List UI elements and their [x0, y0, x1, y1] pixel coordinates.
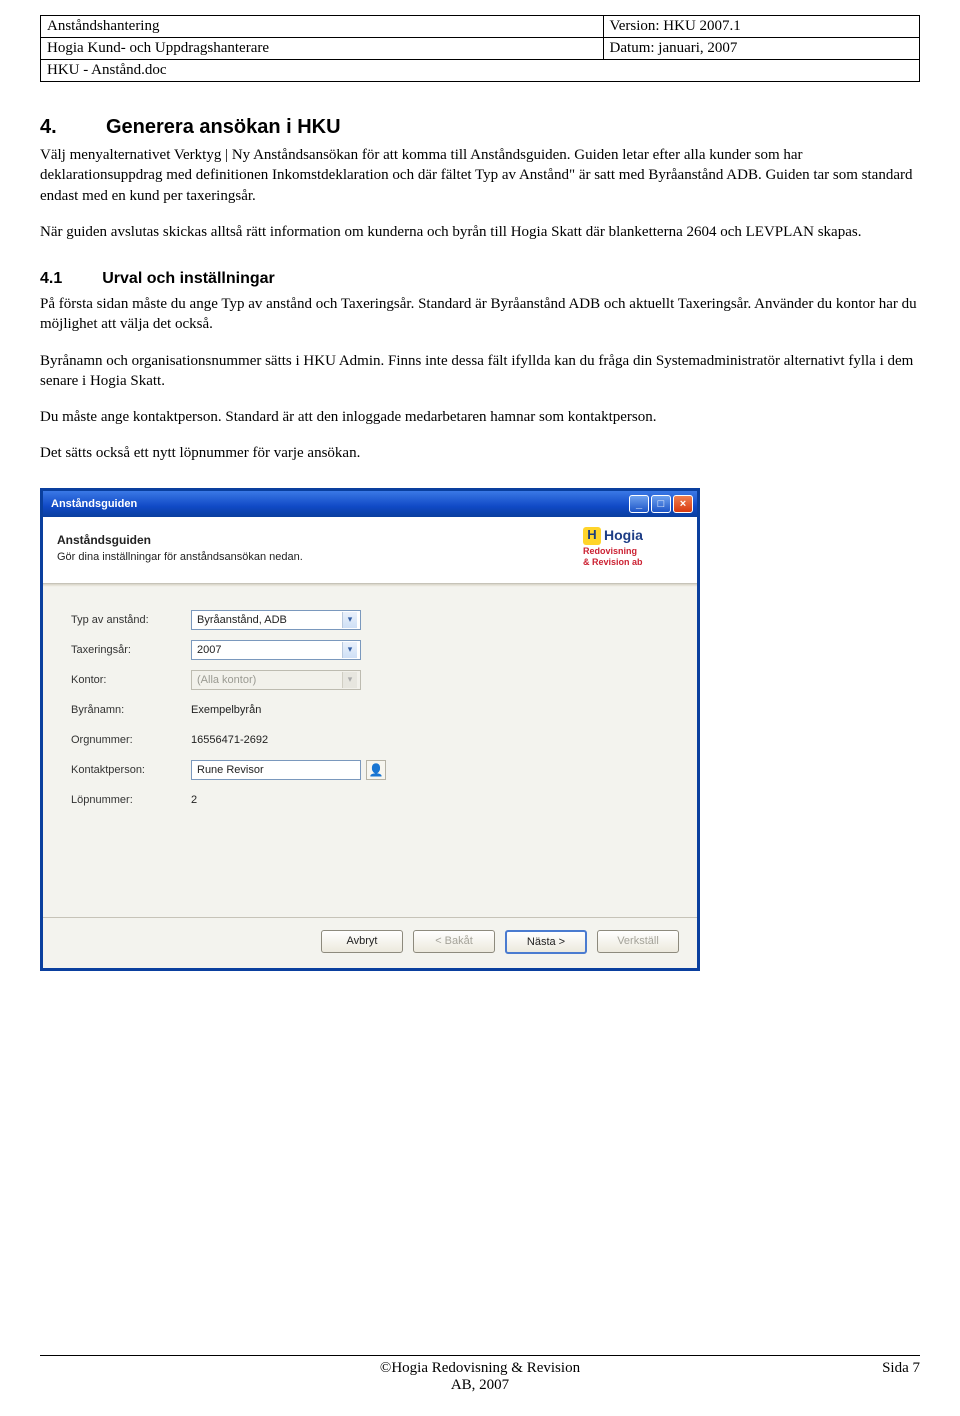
value-lopnummer: 2: [191, 794, 197, 806]
apply-button: Verkställ: [597, 930, 679, 953]
next-button[interactable]: Nästa >: [505, 930, 587, 954]
footer-copyright-2: AB, 2007: [260, 1377, 700, 1394]
section-4-1-heading: 4.1 Urval och inställningar: [40, 270, 920, 288]
hdr-version: Version: HKU 2007.1: [603, 16, 919, 38]
minimize-button[interactable]: _: [629, 495, 649, 513]
para-4: Byrånamn och organisationsnummer sätts i…: [40, 351, 920, 392]
dialog-title: Anståndsguiden: [51, 498, 627, 510]
label-lopnummer: Löpnummer:: [71, 794, 191, 806]
wizard-head-title: Anståndsguiden: [57, 533, 571, 547]
footer-page: Sida 7: [700, 1360, 920, 1394]
logo-brand: Hogia: [604, 528, 643, 543]
combo-kontor-value: (Alla kontor): [197, 674, 256, 686]
value-orgnummer: 16556471-2692: [191, 734, 268, 746]
logo-h-icon: H: [583, 527, 601, 545]
para-5: Du måste ange kontaktperson. Standard är…: [40, 407, 920, 427]
hdr-filename: HKU - Anstånd.doc: [41, 60, 920, 82]
combo-tax-value: 2007: [197, 644, 221, 656]
wizard-dialog: Anståndsguiden _ □ × Anståndsguiden Gör …: [40, 488, 700, 971]
wizard-head-sub: Gör dina inställningar för anståndsansök…: [57, 551, 571, 563]
wizard-button-bar: Avbryt < Bakåt Nästa > Verkställ: [43, 917, 697, 968]
label-typ: Typ av anstånd:: [71, 614, 191, 626]
doc-header-table: Anståndshantering Version: HKU 2007.1 Ho…: [40, 15, 920, 82]
logo-sub1: Redovisning: [583, 547, 683, 557]
page-footer: ©Hogia Redovisning & Revision AB, 2007 S…: [40, 1355, 920, 1394]
chevron-down-icon: ▾: [342, 672, 357, 688]
pick-person-button[interactable]: 👤: [366, 760, 386, 780]
footer-copyright-1: ©Hogia Redovisning & Revision: [260, 1360, 700, 1377]
input-kontaktperson[interactable]: Rune Revisor: [191, 760, 361, 780]
label-kontaktperson: Kontaktperson:: [71, 764, 191, 776]
subsection-title: Urval och inställningar: [102, 270, 274, 288]
back-button: < Bakåt: [413, 930, 495, 953]
value-byranamn: Exempelbyrån: [191, 704, 261, 716]
para-6: Det sätts också ett nytt löpnummer för v…: [40, 443, 920, 463]
hdr-product: Hogia Kund- och Uppdragshanterare: [41, 38, 604, 60]
combo-typ-anstand[interactable]: Byråanstånd, ADB ▾: [191, 610, 361, 630]
para-1: Välj menyalternativet Verktyg | Ny Anstå…: [40, 145, 920, 206]
label-taxeringsar: Taxeringsår:: [71, 644, 191, 656]
section-num: 4.: [40, 116, 66, 139]
cancel-button[interactable]: Avbryt: [321, 930, 403, 953]
label-kontor: Kontor:: [71, 674, 191, 686]
para-3: På första sidan måste du ange Typ av ans…: [40, 294, 920, 335]
chevron-down-icon: ▾: [342, 642, 357, 658]
close-button[interactable]: ×: [673, 495, 693, 513]
combo-taxeringsar[interactable]: 2007 ▾: [191, 640, 361, 660]
logo-sub2: & Revision ab: [583, 558, 683, 568]
dialog-titlebar[interactable]: Anståndsguiden _ □ ×: [43, 491, 697, 517]
wizard-header: Anståndsguiden Gör dina inställningar fö…: [43, 517, 697, 584]
maximize-button[interactable]: □: [651, 495, 671, 513]
subsection-num: 4.1: [40, 270, 62, 288]
section-title: Generera ansökan i HKU: [106, 116, 341, 139]
input-kontaktperson-value: Rune Revisor: [197, 764, 264, 776]
hdr-date: Datum: januari, 2007: [603, 38, 919, 60]
person-icon: 👤: [369, 763, 384, 777]
combo-typ-value: Byråanstånd, ADB: [197, 614, 287, 626]
section-4-heading: 4. Generera ansökan i HKU: [40, 116, 920, 139]
hdr-title: Anståndshantering: [41, 16, 604, 38]
label-byranamn: Byrånamn:: [71, 704, 191, 716]
hogia-logo: H Hogia Redovisning & Revision ab: [583, 527, 683, 569]
label-orgnummer: Orgnummer:: [71, 734, 191, 746]
para-2: När guiden avslutas skickas alltså rätt …: [40, 222, 920, 242]
wizard-form: Typ av anstånd: Byråanstånd, ADB ▾ Taxer…: [43, 587, 697, 917]
combo-kontor: (Alla kontor) ▾: [191, 670, 361, 690]
chevron-down-icon: ▾: [342, 612, 357, 628]
